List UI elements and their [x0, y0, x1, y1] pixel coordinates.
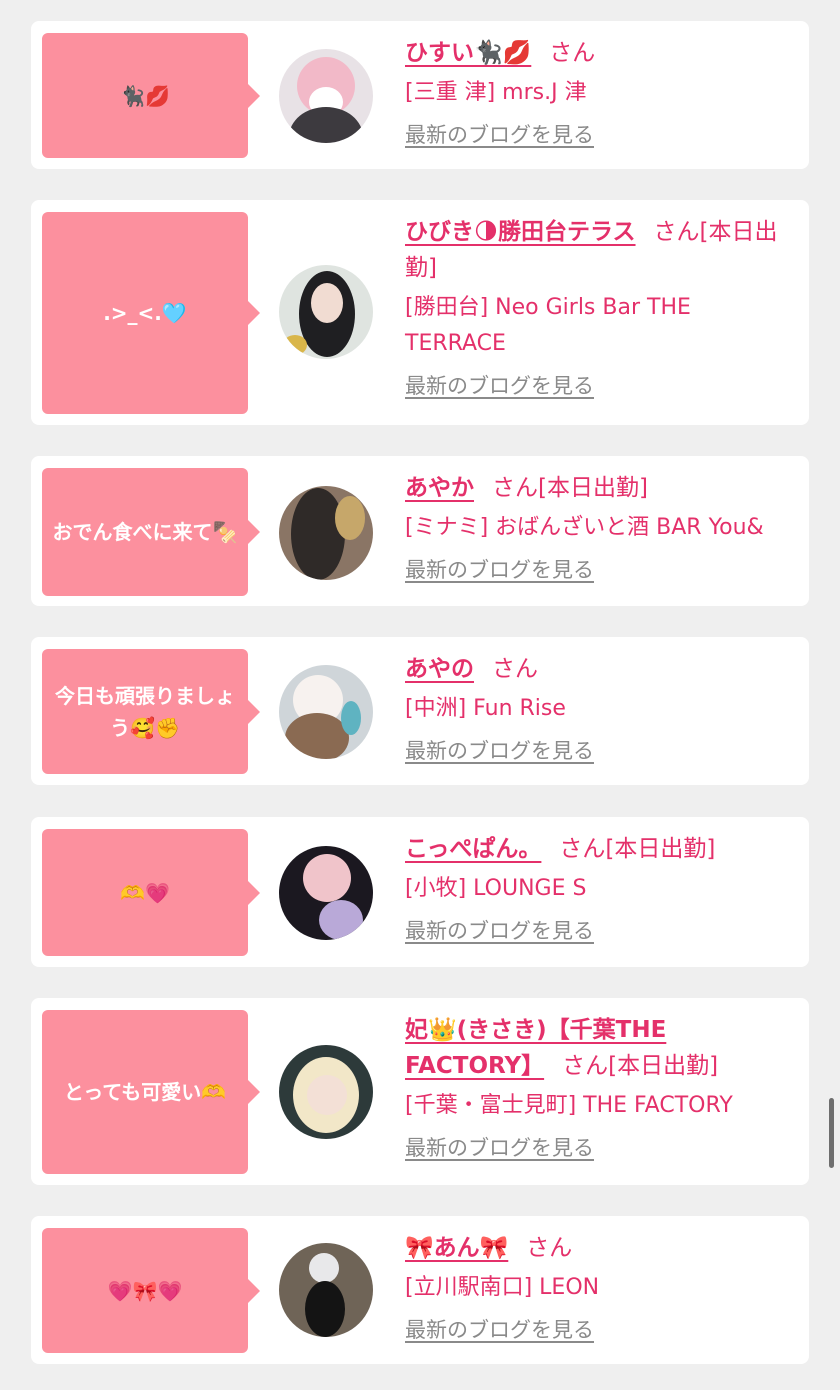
message-bubble: おでん食べに来て🍢: [42, 468, 260, 596]
honorific: さん: [492, 656, 538, 682]
shop-name: LEON: [539, 1275, 600, 1300]
honorific: さん: [549, 40, 596, 66]
cast-card: 🐈‍⬛💋 ひすい🐈‍⬛💋 さん [三重 津] mrs.J 津 最新のブログを見る: [31, 21, 809, 169]
latest-blog-link[interactable]: 最新のブログを見る: [405, 1314, 594, 1344]
shift-status: [本日出勤]: [605, 836, 716, 862]
cast-info: ひすい🐈‍⬛💋 さん [三重 津] mrs.J 津 最新のブログを見る: [405, 35, 797, 149]
latest-blog-link[interactable]: 最新のブログを見る: [405, 1132, 594, 1162]
honorific: さん: [526, 1235, 573, 1261]
shop-info: [千葉・富士見町] THE FACTORY: [405, 1088, 797, 1124]
shop-info: [勝田台] Neo Girls Bar THE TERRACE: [405, 290, 797, 362]
cast-card: 🫶💗 こっぺぱん。 さん[本日出勤] [小牧] LOUNGE S 最新のブログを見…: [31, 817, 809, 967]
honorific: さん: [653, 219, 700, 245]
cast-name-link[interactable]: ひびき🌗勝田台テラス: [405, 219, 636, 245]
latest-blog-link[interactable]: 最新のブログを見る: [405, 554, 594, 584]
avatar[interactable]: [279, 1045, 373, 1139]
area-label: [小牧]: [405, 876, 467, 901]
shop-name: おばんざいと酒 BAR You&: [495, 515, 764, 540]
shop-name: THE FACTORY: [583, 1093, 733, 1118]
cast-name-link[interactable]: あやの: [405, 656, 474, 682]
avatar[interactable]: [279, 49, 373, 143]
area-label: [千葉・富士見町]: [405, 1093, 577, 1118]
cast-card: 💗🎀💗 🎀あん🎀 さん [立川駅南口] LEON 最新のブログを見る: [31, 1216, 809, 1364]
shift-status: [本日出勤]: [538, 475, 648, 501]
avatar[interactable]: [279, 486, 373, 580]
message-bubble: 🫶💗: [42, 829, 260, 956]
cast-info: ひびき🌗勝田台テラス さん[本日出勤] [勝田台] Neo Girls Bar T…: [405, 214, 797, 400]
message-bubble: とっても可愛い🫶: [42, 1010, 260, 1174]
avatar[interactable]: [279, 265, 373, 359]
shop-name: LOUNGE S: [473, 876, 587, 901]
latest-blog-link[interactable]: 最新のブログを見る: [405, 119, 594, 149]
area-label: [三重 津]: [405, 80, 496, 105]
cast-info: 妃👑(きさき)【千葉THE FACTORY】 さん[本日出勤] [千葉・富士見町]…: [405, 1012, 797, 1162]
area-label: [中洲]: [405, 696, 467, 721]
avatar[interactable]: [279, 665, 373, 759]
latest-blog-link[interactable]: 最新のブログを見る: [405, 735, 594, 765]
shop-name: mrs.J 津: [502, 80, 587, 105]
latest-blog-link[interactable]: 最新のブログを見る: [405, 915, 594, 945]
cast-info: こっぺぱん。 さん[本日出勤] [小牧] LOUNGE S 最新のブログを見る: [405, 831, 797, 945]
latest-blog-link[interactable]: 最新のブログを見る: [405, 370, 594, 400]
area-label: [ミナミ]: [405, 515, 489, 540]
cast-card: とっても可愛い🫶 妃👑(きさき)【千葉THE FACTORY】 さん[本日出勤] …: [31, 998, 809, 1185]
honorific: さん: [559, 836, 606, 862]
honorific: さん: [492, 475, 538, 501]
cast-name-link[interactable]: こっぺぱん。: [405, 836, 541, 862]
shop-info: [立川駅南口] LEON: [405, 1270, 797, 1306]
cast-card: .>_<.🩵 ひびき🌗勝田台テラス さん[本日出勤] [勝田台] Neo Girl…: [31, 200, 809, 425]
cast-info: あやの さん [中洲] Fun Rise 最新のブログを見る: [405, 651, 797, 765]
honorific: さん: [562, 1053, 609, 1079]
shop-info: [小牧] LOUNGE S: [405, 871, 797, 907]
message-bubble: 💗🎀💗: [42, 1228, 260, 1353]
cast-info: あやか さん[本日出勤] [ミナミ] おばんざいと酒 BAR You& 最新のブロ…: [405, 470, 797, 584]
message-bubble: .>_<.🩵: [42, 212, 260, 414]
cast-name-link[interactable]: 🎀あん🎀: [405, 1235, 508, 1261]
cast-name-link[interactable]: あやか: [405, 475, 474, 501]
cast-name-link[interactable]: ひすい🐈‍⬛💋: [405, 40, 531, 66]
message-bubble: 今日も頑張りましょう🥰✊: [42, 649, 260, 774]
shop-info: [中洲] Fun Rise: [405, 691, 797, 727]
area-label: [立川駅南口]: [405, 1275, 533, 1300]
shift-status: [本日出勤]: [608, 1053, 719, 1079]
scrollbar[interactable]: [829, 1098, 834, 1168]
shop-info: [三重 津] mrs.J 津: [405, 75, 797, 111]
cast-card: 今日も頑張りましょう🥰✊ あやの さん [中洲] Fun Rise 最新のブログを…: [31, 637, 809, 785]
message-bubble: 🐈‍⬛💋: [42, 33, 260, 158]
area-label: [勝田台]: [405, 295, 489, 320]
shop-name: Fun Rise: [473, 696, 566, 721]
avatar[interactable]: [279, 1243, 373, 1337]
cast-info: 🎀あん🎀 さん [立川駅南口] LEON 最新のブログを見る: [405, 1230, 797, 1344]
shop-info: [ミナミ] おばんざいと酒 BAR You&: [405, 510, 797, 546]
avatar[interactable]: [279, 846, 373, 940]
cast-card: おでん食べに来て🍢 あやか さん[本日出勤] [ミナミ] おばんざいと酒 BAR …: [31, 456, 809, 606]
